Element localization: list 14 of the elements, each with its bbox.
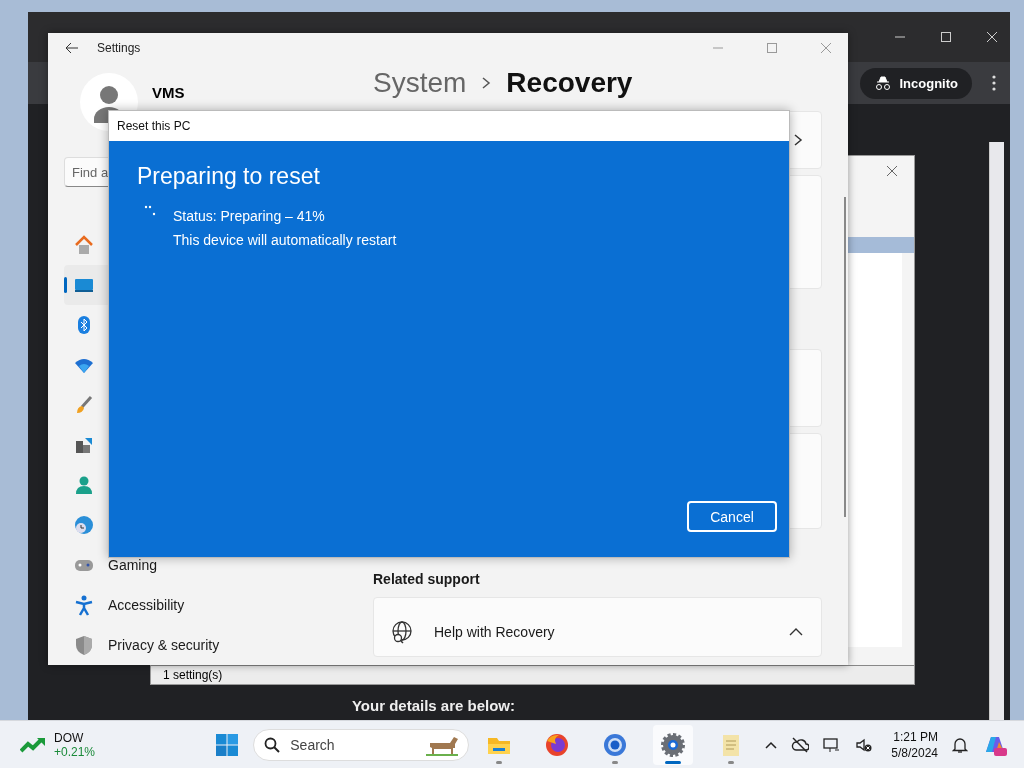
window-title: Settings bbox=[97, 41, 141, 55]
stock-name: DOW bbox=[54, 731, 85, 745]
status-text: Status: Preparing – 41% bbox=[173, 208, 326, 224]
time-text: 1:21 PM bbox=[893, 730, 938, 744]
status-text: 1 setting(s) bbox=[163, 668, 223, 682]
page-title: Recovery bbox=[506, 67, 633, 99]
page-text: Your details are below: bbox=[351, 697, 516, 714]
date-text: 5/8/2024 bbox=[891, 746, 938, 760]
restart-note: This device will automatically restart bbox=[173, 232, 397, 248]
section-title: Related support bbox=[373, 571, 481, 587]
stock-change: +0.21% bbox=[54, 745, 96, 759]
user-name: VMS bbox=[152, 83, 185, 101]
dialog-title: Reset this PC bbox=[117, 119, 191, 133]
dialog-heading: Preparing to reset bbox=[137, 163, 321, 190]
